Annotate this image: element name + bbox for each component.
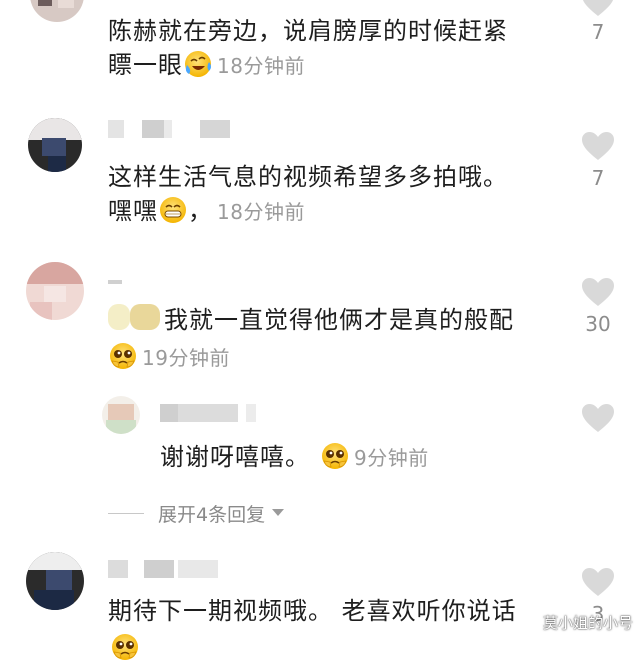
avatar[interactable] [30,0,84,22]
crying-laughing-emoji [183,49,213,79]
avatar[interactable] [28,118,82,172]
comment-text: 嘿嘿， 18分钟前 [108,195,305,225]
heart-icon [580,276,616,308]
like-button[interactable] [580,402,616,434]
comment-text: 我就一直觉得他俩才是真的般配 [164,306,514,334]
like-count: 30 [585,312,611,336]
pleading-emoji [110,632,140,662]
heart-icon [580,402,616,434]
like-button[interactable]: 7 [580,130,616,190]
heart-icon [580,130,616,162]
comment-time: 18分钟前 [217,54,305,78]
comment-time: 19分钟前 [142,346,230,370]
like-count: 7 [591,20,605,44]
comment-time: 18分钟前 [217,200,305,224]
pleading-emoji [320,441,350,471]
heart-icon [580,566,616,598]
username[interactable] [108,120,248,138]
username-avatar-fragment [108,304,164,330]
comment-text: 瞟一眼 18分钟前 [108,48,305,83]
heart-icon [580,0,616,18]
avatar[interactable] [26,552,84,610]
username[interactable] [108,560,258,578]
avatar[interactable] [26,262,84,320]
emoji-partial [110,632,140,662]
comment-text: 陈赫就在旁边，说肩膀厚的时候赶紧 [108,17,508,45]
grinning-emoji [158,195,188,225]
comment-text: 这样生活气息的视频希望多多拍哦。 [108,163,508,191]
expand-divider [108,512,144,514]
watermark: 莫小姐的小号 [542,614,633,632]
like-button[interactable]: 7 [580,0,616,44]
comment-text: 期待下一期视频哦。 老喜欢听你说话 [108,597,517,625]
expand-replies-button[interactable]: 展开4条回复 [108,498,285,528]
like-count: 7 [591,166,605,190]
expand-replies-label: 展开4条回复 [158,503,266,526]
comment-text: 谢谢呀嘻嘻。 9分钟前 [160,441,429,471]
comment-time: 9分钟前 [354,446,429,470]
username[interactable] [160,404,260,422]
username[interactable] [108,280,168,298]
pleading-emoji [108,341,138,371]
chevron-down-icon [272,509,285,516]
avatar[interactable] [102,396,140,434]
comment-meta: 19分钟前 [108,340,230,375]
like-button[interactable]: 30 [580,276,616,336]
